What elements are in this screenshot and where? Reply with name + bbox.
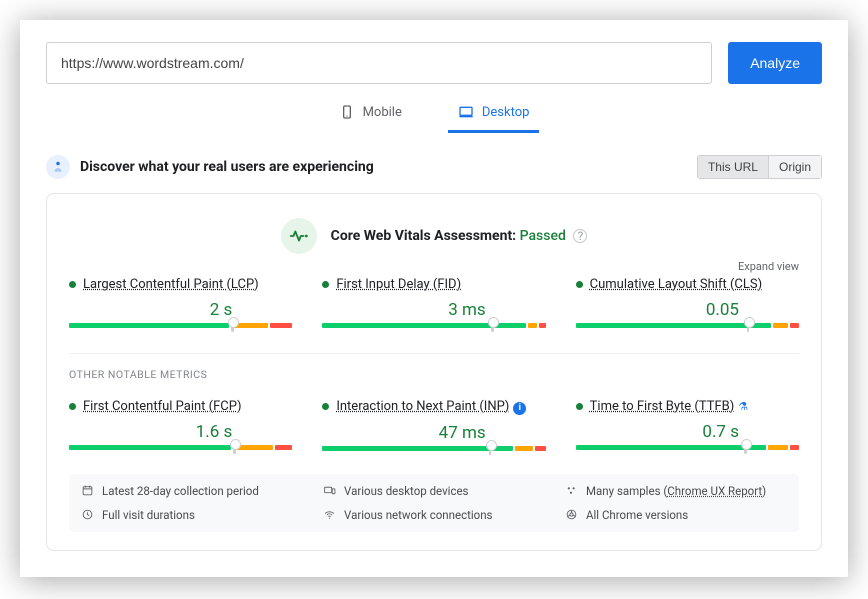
metric-fcp: First Contentful Paint (FCP) 1.6 s [69, 399, 292, 456]
metric-fid-name[interactable]: First Input Delay (FID) [336, 277, 461, 292]
crux-link[interactable]: Chrome UX Report [667, 484, 762, 498]
metric-inp-name[interactable]: Interaction to Next Paint (INP) [336, 399, 509, 414]
metric-cls-marker [747, 319, 750, 332]
metric-ttfb-bar [576, 445, 799, 450]
samples-icon [565, 484, 578, 497]
metric-cls-value: 0.05 [576, 300, 799, 320]
footer-visits: Full visit durations [81, 508, 303, 522]
metric-inp-bar [322, 446, 545, 451]
footer-versions-text: All Chrome versions [586, 508, 688, 522]
info-badge-icon[interactable]: i [513, 402, 526, 415]
experimental-icon[interactable]: ⚗ [738, 400, 748, 413]
footer-network: Various network connections [323, 508, 545, 522]
footer-samples: Many samples (Chrome UX Report) [565, 484, 787, 498]
footer-network-text: Various network connections [344, 508, 493, 522]
metric-inp: Interaction to Next Paint (INP) i 47 ms [322, 399, 545, 456]
tab-desktop-label: Desktop [482, 105, 530, 120]
footer-visits-text: Full visit durations [102, 508, 195, 522]
discover-title: Discover what your real users are experi… [80, 159, 374, 175]
status-dot-good [322, 281, 329, 288]
footer-samples-text: Many samples (Chrome UX Report) [586, 484, 766, 498]
metric-ttfb: Time to First Byte (TTFB)⚗ 0.7 s [576, 399, 799, 456]
footer-grid: Latest 28-day collection period Various … [69, 474, 799, 532]
page-frame: Analyze Mobile Desktop Discover what you… [20, 20, 848, 577]
top-row: Analyze [46, 42, 822, 84]
metric-fcp-marker [233, 441, 236, 454]
assessment-result: Passed [520, 228, 566, 244]
discover-header: Discover what your real users are experi… [46, 155, 822, 179]
scope-this-url[interactable]: This URL [697, 155, 769, 179]
metric-lcp-name[interactable]: Largest Contentful Paint (LCP) [83, 277, 259, 292]
scope-origin[interactable]: Origin [769, 155, 822, 179]
status-dot-good [322, 403, 329, 410]
metric-cls: Cumulative Layout Shift (CLS) 0.05 [576, 277, 799, 333]
mobile-icon [339, 104, 355, 120]
clock-icon [81, 508, 94, 521]
metric-cls-name[interactable]: Cumulative Layout Shift (CLS) [590, 277, 762, 292]
metric-fcp-value: 1.6 s [69, 422, 292, 442]
metric-inp-value: 47 ms [322, 423, 545, 443]
status-dot-good [576, 281, 583, 288]
metric-inp-marker [489, 442, 492, 455]
expand-view-link[interactable]: Expand view [69, 260, 799, 273]
assessment-row: Core Web Vitals Assessment: Passed ? [69, 218, 799, 254]
metric-fid: First Input Delay (FID) 3 ms [322, 277, 545, 333]
discover-icon [46, 155, 70, 179]
status-dot-good [576, 403, 583, 410]
metric-fcp-name[interactable]: First Contentful Paint (FCP) [83, 399, 242, 414]
metric-fid-value: 3 ms [322, 300, 545, 320]
device-tabs: Mobile Desktop [46, 98, 822, 133]
metrics-grid: Largest Contentful Paint (LCP) 2 s First… [69, 277, 799, 456]
metric-fid-bar [322, 323, 545, 328]
help-icon[interactable]: ? [573, 229, 587, 243]
chrome-icon [565, 508, 578, 521]
metric-fid-marker [491, 319, 494, 332]
status-dot-good [69, 403, 76, 410]
tab-mobile-label: Mobile [363, 105, 402, 120]
wifi-icon [323, 508, 336, 521]
metric-cls-bar [576, 323, 799, 328]
metric-lcp-value: 2 s [69, 300, 292, 320]
metric-lcp-bar [69, 323, 292, 328]
metric-ttfb-name[interactable]: Time to First Byte (TTFB) [590, 399, 735, 414]
metric-ttfb-value: 0.7 s [576, 422, 799, 442]
desktop-icon [458, 104, 474, 120]
assessment-text: Core Web Vitals Assessment: Passed ? [331, 228, 588, 244]
other-metrics-label: OTHER NOTABLE METRICS [69, 353, 799, 381]
metric-fcp-bar [69, 445, 292, 450]
vitals-card: Core Web Vitals Assessment: Passed ? Exp… [46, 193, 822, 551]
analyze-button[interactable]: Analyze [728, 42, 822, 84]
tab-desktop[interactable]: Desktop [448, 98, 540, 133]
footer-versions: All Chrome versions [565, 508, 787, 522]
footer-period-text: Latest 28-day collection period [102, 484, 259, 498]
metric-ttfb-marker [744, 441, 747, 454]
metric-lcp: Largest Contentful Paint (LCP) 2 s [69, 277, 292, 333]
assessment-prefix: Core Web Vitals Assessment: [331, 228, 520, 244]
footer-devices-text: Various desktop devices [344, 484, 469, 498]
calendar-icon [81, 484, 94, 497]
scope-toggle: This URL Origin [697, 155, 822, 179]
vitals-pulse-icon [281, 218, 317, 254]
status-dot-good [69, 281, 76, 288]
footer-devices: Various desktop devices [323, 484, 545, 498]
url-input[interactable] [46, 42, 712, 84]
footer-period: Latest 28-day collection period [81, 484, 303, 498]
tab-mobile[interactable]: Mobile [329, 98, 412, 133]
metric-lcp-marker [231, 319, 234, 332]
devices-icon [323, 484, 336, 497]
